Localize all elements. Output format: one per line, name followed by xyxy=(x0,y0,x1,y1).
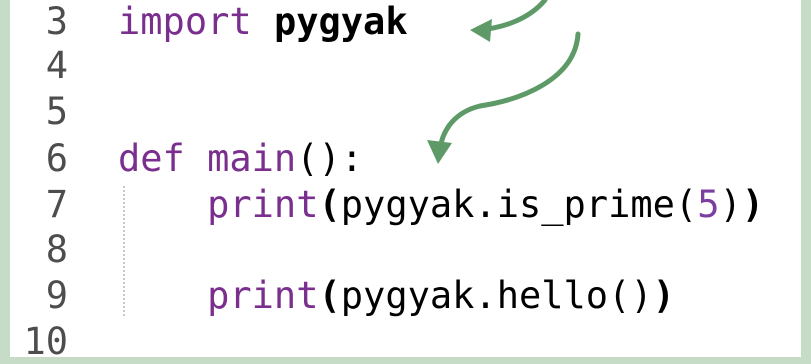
line-number: 5 xyxy=(45,90,68,133)
line-number: 10 xyxy=(23,320,68,363)
code-token: import xyxy=(118,0,274,43)
code-token: (): xyxy=(296,137,364,180)
code-token: ( xyxy=(318,183,341,226)
code-token: ( xyxy=(318,274,341,317)
line-number: 3 xyxy=(45,0,68,43)
code-token: def xyxy=(118,137,208,180)
code-line: 10 xyxy=(10,320,801,364)
code-line: 9 print(pygyak.hello()) xyxy=(10,274,801,318)
code-line: 7 print(pygyak.is_prime(5)) xyxy=(10,183,801,227)
line-number: 6 xyxy=(45,137,68,180)
code-token: ) xyxy=(652,274,675,317)
code-editor: 3 import pygyak 4 5 6 def main(): 7 print(pygy… xyxy=(10,0,801,363)
code-text: import pygyak xyxy=(118,0,408,44)
code-line: 4 xyxy=(10,44,801,88)
code-token: ) xyxy=(719,183,742,226)
code-token: ) xyxy=(741,183,765,226)
code-token: 5 xyxy=(697,183,720,226)
code-line: 5 xyxy=(10,90,801,134)
line-number: 4 xyxy=(45,44,68,87)
code-token: print xyxy=(118,274,319,317)
code-token: print xyxy=(118,183,319,226)
code-line: 6 def main(): xyxy=(10,137,801,181)
code-text: def main(): xyxy=(118,137,363,181)
line-number: 9 xyxy=(45,274,68,317)
code-text: print(pygyak.hello()) xyxy=(118,274,675,318)
code-token: pygyak.hello() xyxy=(340,274,653,317)
line-number: 8 xyxy=(45,228,68,271)
line-number: 7 xyxy=(45,183,68,226)
code-token: pygyak xyxy=(273,0,408,43)
code-text: print(pygyak.is_prime(5)) xyxy=(118,183,764,227)
code-line: 3 import pygyak xyxy=(10,0,801,44)
code-token: pygyak.is_prime( xyxy=(340,183,698,226)
code-line: 8 xyxy=(10,228,801,272)
code-token: main xyxy=(207,137,297,180)
